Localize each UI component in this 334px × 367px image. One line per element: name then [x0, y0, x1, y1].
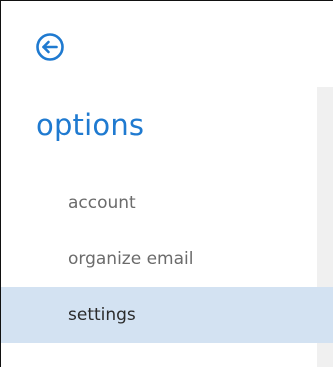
options-panel: options account organize email settings — [0, 0, 333, 367]
back-button[interactable] — [35, 32, 65, 62]
options-nav-list: account organize email settings — [1, 175, 333, 343]
nav-item-account[interactable]: account — [1, 175, 317, 231]
page-title: options — [36, 108, 145, 142]
back-arrow-circle-icon — [36, 33, 64, 61]
nav-item-settings[interactable]: settings — [1, 287, 333, 343]
nav-item-organize-email[interactable]: organize email — [1, 231, 317, 287]
